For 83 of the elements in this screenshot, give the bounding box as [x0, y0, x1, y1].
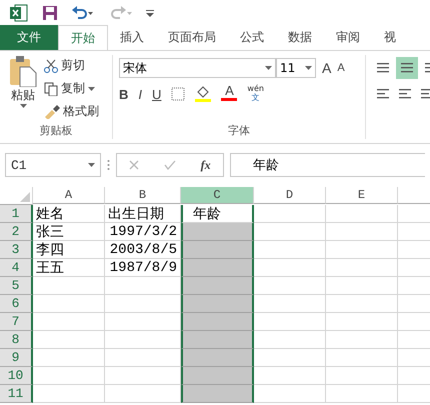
ribbon-tab[interactable]: 开始 — [58, 25, 108, 50]
brush-icon[interactable] — [44, 104, 60, 118]
confirm-icon[interactable] — [164, 160, 176, 170]
phonetic-guide-button[interactable]: wén 文 — [247, 84, 264, 104]
grip-icon — [107, 159, 110, 171]
underline-button[interactable]: U — [152, 86, 162, 102]
font-size-field[interactable]: 11 — [276, 58, 316, 78]
copy-button[interactable]: 复制 — [44, 78, 99, 99]
column-header[interactable]: E — [326, 187, 398, 204]
table-cell[interactable]: 李四 — [33, 241, 105, 259]
ribbon-tab[interactable]: 插入 — [108, 25, 156, 50]
caret-icon[interactable] — [20, 104, 26, 108]
font-name-field[interactable]: 宋体 — [119, 58, 276, 78]
grow-font-button[interactable]: A — [322, 60, 332, 76]
borders-icon[interactable] — [171, 87, 186, 101]
ribbon-tab[interactable]: 页面布局 — [156, 25, 228, 50]
row-header[interactable]: 8 — [0, 331, 33, 349]
align-button[interactable] — [396, 57, 418, 79]
row-header[interactable]: 6 — [0, 295, 33, 313]
redo-icon[interactable] — [108, 6, 132, 20]
table-cell[interactable]: 张三 — [33, 223, 105, 241]
column-header[interactable]: C — [181, 187, 254, 204]
scissors-icon[interactable] — [44, 58, 58, 72]
row-header[interactable]: 3 — [0, 241, 33, 259]
fill-bucket-icon[interactable] — [195, 86, 212, 102]
group-label: 字体 — [227, 123, 251, 139]
column-header[interactable]: D — [254, 187, 326, 204]
table-cell[interactable] — [181, 331, 254, 349]
table-cell[interactable] — [181, 313, 254, 331]
table-cell[interactable] — [181, 277, 254, 295]
italic-button[interactable]: I — [138, 86, 142, 102]
table-cell[interactable] — [181, 295, 254, 313]
row-header[interactable]: 2 — [0, 223, 33, 241]
copy-icon[interactable] — [44, 82, 58, 96]
align-icon — [376, 88, 390, 100]
font-color-button[interactable]: A — [221, 84, 238, 104]
group-label: 剪贴板 — [38, 123, 74, 139]
align-icon — [400, 62, 414, 74]
table-cell[interactable] — [181, 241, 254, 259]
bold-button[interactable]: B — [119, 86, 128, 102]
row-header[interactable]: 9 — [0, 349, 33, 367]
select-all-icon[interactable] — [20, 192, 30, 202]
ribbon-tab[interactable]: 审阅 — [324, 25, 372, 50]
caret-icon[interactable] — [88, 163, 95, 167]
cut-button[interactable]: 剪切 — [44, 55, 99, 76]
table-cell[interactable] — [181, 259, 254, 277]
align-icon — [398, 88, 412, 100]
undo-icon[interactable] — [72, 6, 94, 20]
table-cell[interactable]: 姓名 — [33, 205, 105, 223]
table-cell[interactable] — [181, 367, 254, 385]
name-box[interactable]: C1 — [5, 153, 101, 177]
align-icon — [376, 62, 390, 74]
format-painter-button[interactable]: 格式刷 — [44, 101, 99, 122]
paste-button[interactable]: 粘贴 — [6, 55, 40, 123]
row-header[interactable]: 5 — [0, 277, 33, 295]
row-header[interactable]: 4 — [0, 259, 33, 277]
row-header[interactable]: 1 — [0, 205, 33, 223]
row-header[interactable]: 7 — [0, 313, 33, 331]
align-icon — [420, 88, 430, 100]
customize-icon[interactable] — [146, 8, 154, 16]
table-cell[interactable] — [181, 349, 254, 367]
caret-icon[interactable] — [88, 86, 95, 90]
ribbon-tab[interactable]: 公式 — [228, 25, 276, 50]
clipboard-icon[interactable] — [8, 55, 38, 87]
table-cell[interactable] — [181, 223, 254, 241]
shrink-font-button[interactable]: A — [337, 62, 345, 74]
column-header[interactable]: A — [33, 187, 105, 204]
ribbon-tab[interactable]: 文件 — [0, 25, 58, 50]
row-header[interactable]: 10 — [0, 367, 33, 385]
caret-icon[interactable] — [265, 66, 272, 70]
spreadsheet-logo-icon[interactable] — [10, 4, 28, 22]
table-cell[interactable]: 年龄 — [181, 205, 254, 223]
column-header[interactable]: B — [105, 187, 181, 204]
caret-icon[interactable] — [305, 66, 312, 70]
ribbon-tab[interactable]: 视 — [372, 25, 408, 50]
table-cell[interactable] — [181, 385, 254, 403]
row-header[interactable]: 11 — [0, 385, 33, 403]
save-icon[interactable] — [42, 4, 58, 20]
table-cell[interactable]: 王五 — [33, 259, 105, 277]
cancel-icon[interactable] — [129, 160, 140, 170]
formula-field[interactable]: 年龄 — [230, 153, 425, 177]
insert-function-button[interactable]: fx — [200, 158, 211, 172]
ribbon-tab[interactable]: 数据 — [276, 25, 324, 50]
